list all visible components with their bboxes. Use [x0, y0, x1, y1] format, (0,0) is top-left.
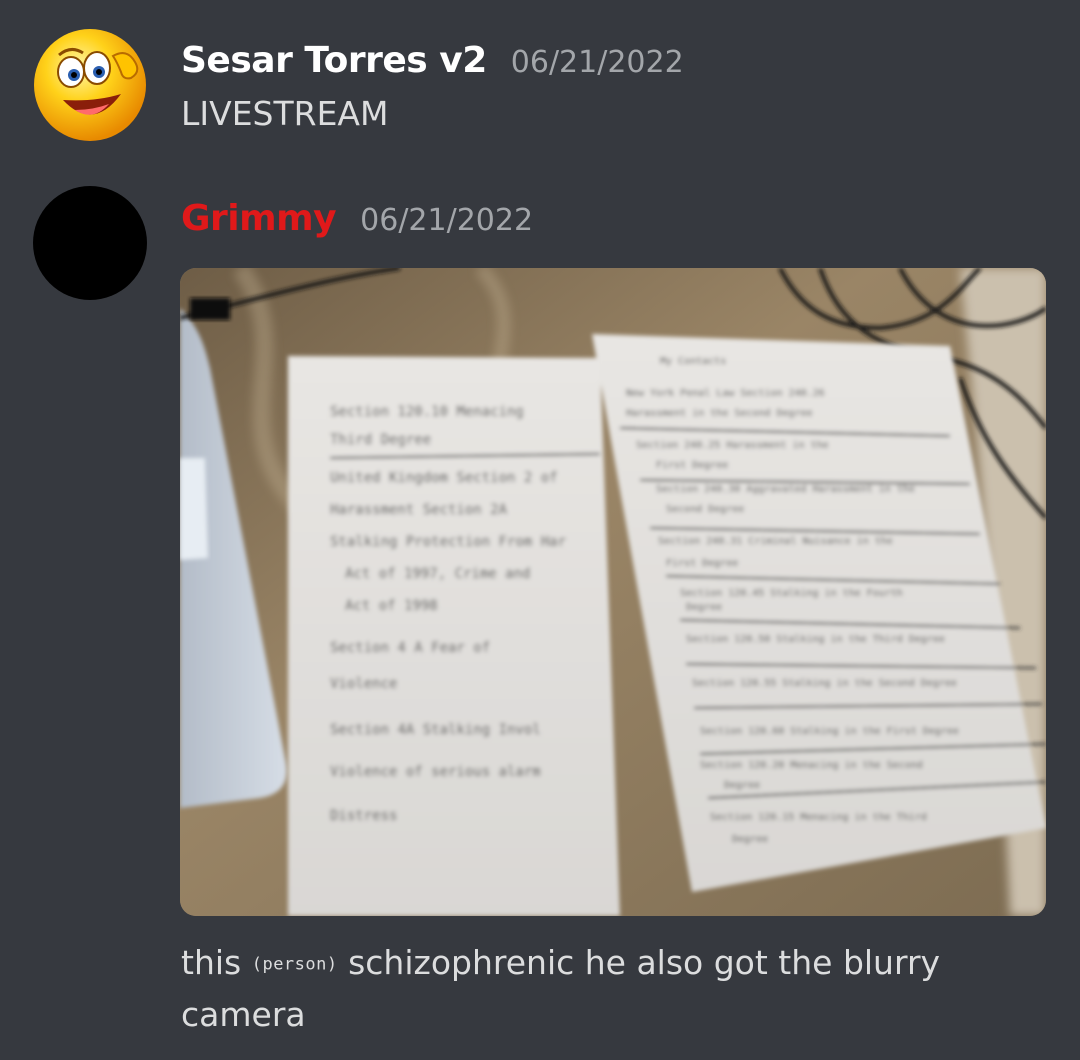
svg-text:First Degree: First Degree	[656, 460, 728, 471]
svg-text:Section 4 A Fear of: Section 4 A Fear of	[330, 640, 490, 656]
svg-text:Section 120.45 Stalking in the: Section 120.45 Stalking in the Fourth	[680, 588, 903, 599]
timestamp: 06/21/2022	[510, 45, 684, 80]
svg-text:Section 240.25 Harassment in t: Section 240.25 Harassment in the	[636, 440, 829, 451]
person-tag: (person)	[251, 954, 338, 975]
svg-text:Section 240.31 Criminal Nuisan: Section 240.31 Criminal Nuisance in the	[658, 536, 893, 547]
message-text: LIVESTREAM	[181, 94, 389, 133]
svg-text:Distress: Distress	[330, 808, 397, 824]
svg-text:Harassment in the Second Degre: Harassment in the Second Degree	[626, 408, 813, 419]
svg-text:Third Degree: Third Degree	[330, 432, 431, 448]
svg-text:Violence of serious alarm: Violence of serious alarm	[330, 764, 541, 780]
svg-text:Degree: Degree	[732, 834, 768, 845]
timestamp: 06/21/2022	[360, 203, 534, 238]
svg-text:Harassment Section 2A: Harassment Section 2A	[330, 502, 508, 518]
smiley-face-avatar-icon[interactable]	[33, 28, 147, 142]
svg-text:Section 120.50 Stalking in the: Section 120.50 Stalking in the Third Deg…	[686, 634, 945, 645]
username[interactable]: Sesar Torres v2	[181, 40, 487, 81]
svg-text:Act of 1998: Act of 1998	[345, 598, 438, 614]
svg-text:Section 120.20 Menacing in the: Section 120.20 Menacing in the Second	[700, 760, 923, 771]
black-circle-avatar-icon[interactable]	[33, 186, 147, 300]
svg-text:My Contacts: My Contacts	[660, 356, 726, 367]
svg-text:United Kingdom Section 2 of: United Kingdom Section 2 of	[330, 470, 558, 486]
svg-text:Section 240.30 Aggravated Hara: Section 240.30 Aggravated Harassment in …	[656, 484, 915, 495]
username[interactable]: Grimmy	[181, 198, 337, 239]
svg-text:First Degree: First Degree	[666, 558, 738, 569]
svg-text:New York Penal Law Section 240: New York Penal Law Section 240.26	[626, 388, 825, 399]
message-text: this (person) schizophrenic he also got …	[181, 938, 981, 1040]
svg-text:Act of 1997, Crime and: Act of 1997, Crime and	[345, 566, 530, 582]
svg-text:Section 120.10 Menacing: Section 120.10 Menacing	[330, 404, 524, 420]
message-text-before: this	[181, 943, 252, 982]
handwritten-notes-photo: Section 120.10 Menacing Third Degree Uni…	[180, 268, 1046, 916]
image-attachment[interactable]: Section 120.10 Menacing Third Degree Uni…	[180, 268, 1046, 916]
svg-text:Section 120.55 Stalking in the: Section 120.55 Stalking in the Second De…	[692, 678, 957, 689]
svg-text:Section 120.15 Menacing in the: Section 120.15 Menacing in the Third	[710, 812, 927, 823]
svg-text:Section 4A Stalking Invol: Section 4A Stalking Invol	[330, 722, 541, 738]
svg-text:Violence: Violence	[330, 676, 397, 692]
svg-text:Section 120.60 Stalking in the: Section 120.60 Stalking in the First Deg…	[700, 726, 959, 737]
svg-text:Stalking Protection From Har: Stalking Protection From Har	[330, 534, 566, 550]
svg-text:Second Degree: Second Degree	[666, 504, 744, 515]
svg-text:Degree: Degree	[686, 602, 722, 613]
svg-text:Degree: Degree	[724, 780, 760, 791]
